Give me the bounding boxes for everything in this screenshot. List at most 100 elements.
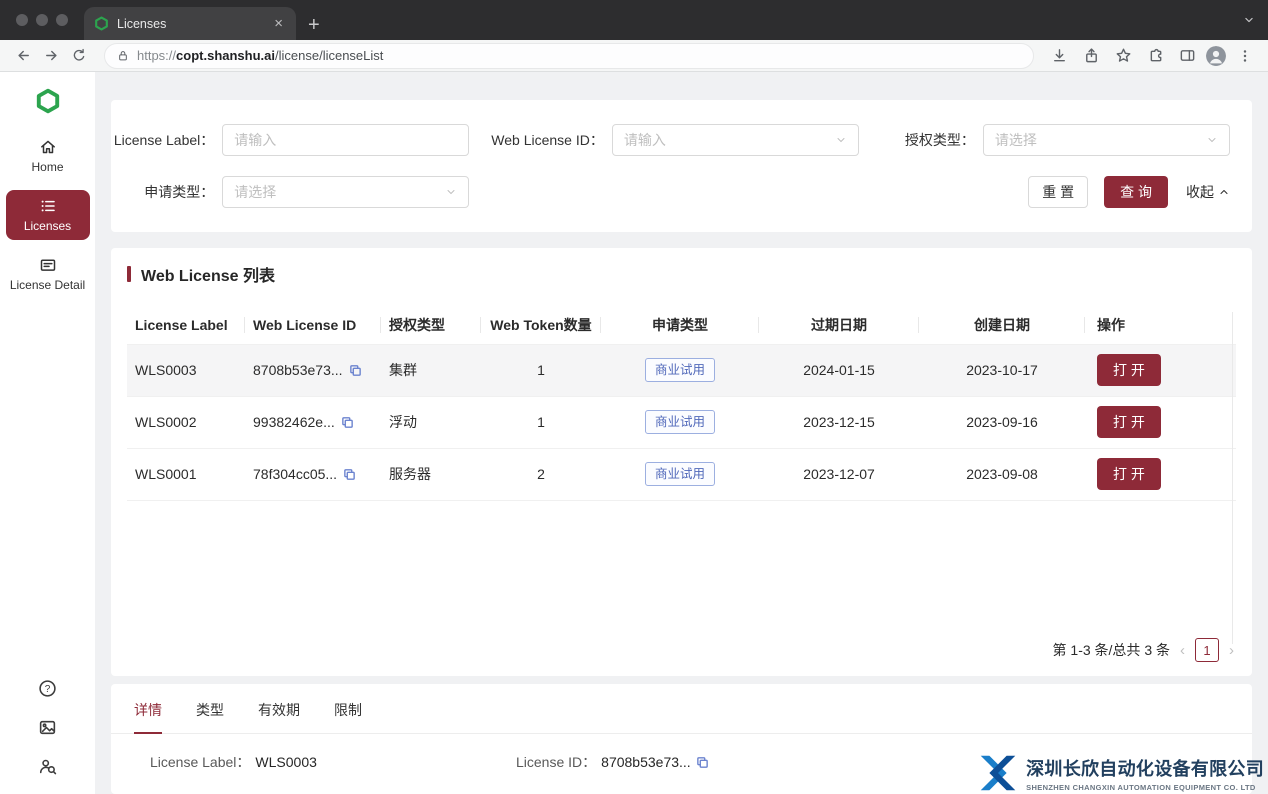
tab-search-chevron-icon[interactable] [1242, 13, 1256, 27]
apply-type-select[interactable]: 请选择 [222, 176, 469, 208]
copy-icon[interactable] [696, 756, 709, 769]
table-scrollbar[interactable] [1232, 312, 1233, 644]
copy-icon[interactable] [341, 416, 354, 429]
user-search-icon[interactable] [38, 757, 57, 776]
filter-label: 授权类型： [872, 130, 975, 150]
auth-type-select[interactable]: 请选择 [983, 124, 1230, 156]
filter-label: 申请类型： [111, 182, 214, 202]
sidebar-bottom-tools: ? [38, 679, 57, 776]
list-title: Web License 列表 [127, 262, 1236, 286]
filter-license-label: License Label： [111, 124, 491, 156]
detail-license-id: License ID： 8708b53e73... [516, 752, 709, 772]
cell-expire-date: 2023-12-07 [759, 448, 919, 500]
collapse-toggle[interactable]: 收起 [1186, 182, 1230, 202]
back-button[interactable] [10, 44, 36, 68]
side-navigation: Home Licenses License Detail ? [0, 72, 95, 794]
app-logo-icon[interactable] [35, 88, 61, 114]
side-panel-icon[interactable] [1174, 44, 1200, 68]
cell-create-date: 2023-10-17 [919, 344, 1085, 396]
column-header-create-date: 创建日期 [919, 306, 1085, 344]
window-close-button[interactable] [16, 14, 28, 26]
extensions-puzzle-icon[interactable] [1142, 44, 1168, 68]
download-icon[interactable] [1046, 44, 1072, 68]
cell-license-label: WLS0001 [127, 448, 245, 500]
copy-icon[interactable] [343, 468, 356, 481]
tab-favicon-icon [94, 16, 109, 31]
column-header-apply-type: 申请类型 [601, 306, 759, 344]
filter-card: License Label： Web License ID： 请输入 授权类型： [111, 100, 1252, 232]
tab-type[interactable]: 类型 [196, 694, 224, 734]
browser-menu-kebab-icon[interactable] [1232, 44, 1258, 68]
cell-token-count: 1 [481, 344, 601, 396]
table-row[interactable]: WLS0002 99382462e... 浮动 1 商业试用 2023-12-1… [127, 396, 1236, 448]
help-icon[interactable]: ? [38, 679, 57, 698]
column-header-actions: 操作 [1085, 306, 1236, 344]
cell-expire-date: 2023-12-15 [759, 396, 919, 448]
browser-tab[interactable]: Licenses × [84, 7, 296, 40]
bookmark-star-icon[interactable] [1110, 44, 1136, 68]
list-icon [39, 197, 57, 215]
tab-restrictions[interactable]: 限制 [334, 694, 362, 734]
copy-icon[interactable] [349, 364, 362, 377]
license-list-card: Web License 列表 License Label Web License… [111, 248, 1252, 676]
browser-toolbar: https://copt.shanshu.ai/license/licenseL… [0, 40, 1268, 72]
cell-actions: 打 开 [1085, 448, 1236, 500]
reset-button[interactable]: 重 置 [1028, 176, 1088, 208]
tab-close-icon[interactable]: × [271, 15, 286, 32]
browser-window: Licenses × + https://copt.shanshu.ai/lic… [0, 0, 1268, 794]
pagination: 第 1-3 条/总共 3 条 ‹ 1 › [127, 630, 1236, 668]
cell-license-id: 99382462e... [245, 396, 381, 448]
pagination-prev-icon[interactable]: ‹ [1180, 643, 1185, 658]
url-text: https://copt.shanshu.ai/license/licenseL… [137, 48, 383, 63]
tab-detail[interactable]: 详情 [134, 694, 162, 734]
open-button[interactable]: 打 开 [1097, 406, 1161, 438]
forward-button[interactable] [38, 44, 64, 68]
open-button[interactable]: 打 开 [1097, 354, 1161, 386]
cell-license-id: 78f304cc05... [245, 448, 381, 500]
search-button[interactable]: 查 询 [1104, 176, 1168, 208]
apply-type-tag: 商业试用 [645, 410, 715, 434]
company-logo-icon [977, 754, 1019, 792]
title-accent-bar [127, 266, 131, 282]
table-header-row: License Label Web License ID 授权类型 Web To… [127, 306, 1236, 344]
pagination-page-1[interactable]: 1 [1195, 638, 1219, 662]
table-row[interactable]: WLS0003 8708b53e73... 集群 1 商业试用 2024-01-… [127, 344, 1236, 396]
profile-avatar[interactable] [1206, 46, 1226, 66]
reload-button[interactable] [66, 44, 92, 68]
web-license-id-select[interactable]: 请输入 [612, 124, 859, 156]
image-feedback-icon[interactable] [38, 718, 57, 737]
tab-validity[interactable]: 有效期 [258, 694, 300, 734]
sidebar-item-license-detail[interactable]: License Detail [0, 248, 95, 300]
license-table: License Label Web License ID 授权类型 Web To… [127, 306, 1236, 501]
apply-type-tag: 商业试用 [645, 462, 715, 486]
home-icon [39, 138, 57, 156]
lock-icon[interactable] [117, 49, 129, 62]
sidebar-item-home[interactable]: Home [0, 130, 95, 182]
detail-tabs: 详情 类型 有效期 限制 [111, 694, 1252, 734]
cell-auth-type: 服务器 [381, 448, 481, 500]
cell-token-count: 2 [481, 448, 601, 500]
license-label-input[interactable] [222, 124, 469, 156]
filter-actions: 重 置 查 询 收起 [1028, 176, 1252, 208]
company-watermark: 深圳长欣自动化设备有限公司 SHENZHEN CHANGXIN AUTOMATI… [977, 754, 1264, 792]
address-bar[interactable]: https://copt.shanshu.ai/license/licenseL… [104, 43, 1034, 69]
detail-license-label: License Label： WLS0003 [150, 752, 516, 772]
cell-license-id: 8708b53e73... [245, 344, 381, 396]
svg-text:?: ? [45, 684, 51, 695]
new-tab-button[interactable]: + [308, 15, 320, 35]
open-button[interactable]: 打 开 [1097, 458, 1161, 490]
company-name-en: SHENZHEN CHANGXIN AUTOMATION EQUIPMENT C… [1026, 783, 1264, 792]
window-zoom-button[interactable] [56, 14, 68, 26]
sidebar-item-label: Licenses [24, 219, 71, 233]
column-header-expire-date: 过期日期 [759, 306, 919, 344]
sidebar-item-licenses[interactable]: Licenses [6, 190, 90, 240]
pagination-next-icon[interactable]: › [1229, 643, 1234, 658]
cell-auth-type: 集群 [381, 344, 481, 396]
chevron-down-icon [1206, 134, 1218, 146]
cell-actions: 打 开 [1085, 396, 1236, 448]
table-row[interactable]: WLS0001 78f304cc05... 服务器 2 商业试用 2023-12… [127, 448, 1236, 500]
filter-label: License Label： [111, 130, 214, 150]
chevron-up-icon [1218, 186, 1230, 198]
window-minimize-button[interactable] [36, 14, 48, 26]
share-icon[interactable] [1078, 44, 1104, 68]
